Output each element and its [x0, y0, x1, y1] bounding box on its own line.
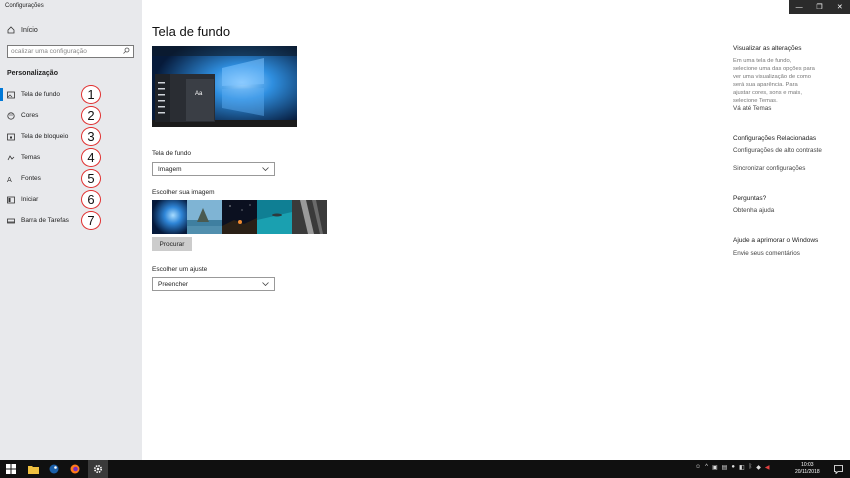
app-tray-icon[interactable]: ◆	[756, 464, 761, 471]
image-icon	[7, 91, 15, 99]
get-help-link[interactable]: Obtenha ajuda	[733, 207, 774, 214]
background-dropdown[interactable]: Imagem	[152, 162, 275, 176]
sync-settings-link[interactable]: Sincronizar configurações	[733, 165, 805, 172]
image-thumbnail[interactable]	[257, 200, 292, 234]
image-thumbnails	[152, 200, 327, 234]
fit-label: Escolher um ajuste	[152, 266, 208, 273]
network-icon[interactable]: ▣	[712, 464, 718, 471]
svg-text:A: A	[7, 176, 12, 183]
fit-dropdown-value: Preencher	[158, 280, 188, 288]
palette-icon	[7, 111, 15, 120]
step-badge: 2	[81, 106, 101, 125]
volume-icon[interactable]: ◀	[765, 464, 770, 471]
image-thumbnail[interactable]	[292, 200, 327, 234]
sidebar-item-label: Tela de bloqueio	[21, 133, 69, 140]
clock-time: 10:03	[801, 462, 814, 468]
sidebar-item-label: Barra de Tarefas	[21, 217, 69, 224]
sidebar-item-barra-de-tarefas[interactable]: Barra de Tarefas 7	[0, 210, 142, 231]
chevron-up-icon[interactable]: ^	[705, 464, 708, 471]
sidebar-item-fontes[interactable]: A Fontes 5	[0, 168, 142, 189]
browse-button[interactable]: Procurar	[152, 237, 192, 251]
windows-start-icon[interactable]	[5, 463, 17, 475]
sidebar-item-label: Cores	[21, 112, 39, 119]
app-tray-icon[interactable]: ●	[731, 464, 735, 471]
improve-windows-heading: Ajude a aprimorar o Windows	[733, 237, 819, 244]
search-input[interactable]: ocalizar uma configuração	[7, 45, 134, 58]
sidebar-item-label: Tela de fundo	[21, 91, 61, 98]
step-badge: 1	[81, 85, 101, 104]
image-thumbnail[interactable]	[152, 200, 187, 234]
clock[interactable]: 10:03 20/11/2018	[795, 462, 820, 476]
bluetooth-icon[interactable]: ᛒ	[749, 464, 753, 471]
home-label: Início	[21, 26, 38, 34]
background-label: Tela de fundo	[152, 150, 192, 157]
app-tray-icon[interactable]: ▤	[722, 464, 728, 471]
image-thumbnail[interactable]	[187, 200, 222, 234]
settings-window: Configurações Início ocalizar uma config…	[0, 0, 850, 460]
chevron-down-icon	[262, 281, 269, 288]
app-title: Configurações	[5, 3, 44, 9]
settings-gear-icon[interactable]	[92, 463, 104, 475]
section-title: Personalização	[7, 70, 58, 77]
step-badge: 7	[81, 211, 101, 230]
background-preview: Aa	[152, 46, 297, 127]
firefox-icon[interactable]	[69, 463, 81, 475]
questions-heading: Perguntas?	[733, 195, 767, 202]
start-icon	[7, 196, 15, 204]
main-content: Tela de fundo Aa Tela de fundo Imagem Es…	[142, 0, 850, 460]
background-dropdown-value: Imagem	[158, 165, 182, 173]
image-thumbnail[interactable]	[222, 200, 257, 234]
choose-image-label: Escolher sua imagem	[152, 189, 215, 196]
sidebar-item-tela-de-bloqueio[interactable]: Tela de bloqueio 3	[0, 126, 142, 147]
feedback-link[interactable]: Envie seus comentários	[733, 250, 800, 257]
file-explorer-icon[interactable]	[27, 463, 39, 475]
step-badge: 3	[81, 127, 101, 146]
sidebar: Configurações Início ocalizar uma config…	[0, 0, 142, 460]
fit-dropdown[interactable]: Preencher	[152, 277, 275, 291]
sidebar-item-temas[interactable]: Temas 4	[0, 147, 142, 168]
font-icon: A	[7, 175, 15, 183]
app-tray-icon[interactable]: ◧	[739, 464, 745, 471]
related-settings-heading: Configurações Relacionadas	[733, 135, 817, 142]
taskbar-icon	[7, 217, 15, 225]
home-nav-item[interactable]: Início	[7, 26, 38, 34]
system-tray: ☺ ^ ▣ ▤ ● ◧ ᛒ ◆ ◀	[695, 464, 769, 471]
steam-icon[interactable]	[48, 463, 60, 475]
sidebar-item-tela-de-fundo[interactable]: Tela de fundo 1	[0, 84, 142, 105]
sidebar-nav: Tela de fundo 1 Cores 2 Tela de bloqueio…	[0, 84, 142, 231]
taskbar: ☺ ^ ▣ ▤ ● ◧ ᛒ ◆ ◀ 10:03 20/11/2018	[0, 460, 850, 478]
people-icon[interactable]: ☺	[695, 464, 701, 471]
step-badge: 5	[81, 169, 101, 188]
themes-icon	[7, 154, 15, 162]
sidebar-item-label: Temas	[21, 154, 41, 161]
preview-changes-heading: Visualizar as alterações	[733, 45, 802, 52]
page-title: Tela de fundo	[152, 24, 231, 39]
high-contrast-link[interactable]: Configurações de alto contraste	[733, 147, 822, 154]
lock-screen-icon	[7, 133, 15, 141]
clock-date: 20/11/2018	[795, 469, 820, 475]
sidebar-item-iniciar[interactable]: Iniciar 6	[0, 189, 142, 210]
preview-sample-text: Aa	[195, 91, 203, 97]
notification-icon[interactable]	[832, 463, 844, 475]
sidebar-item-label: Iniciar	[21, 196, 39, 203]
search-icon	[123, 47, 130, 56]
sidebar-item-cores[interactable]: Cores 2	[0, 105, 142, 126]
step-badge: 4	[81, 148, 101, 167]
chevron-down-icon	[262, 166, 269, 173]
preview-changes-text: Em uma tela de fundo, selecione uma das …	[733, 58, 815, 104]
sidebar-item-label: Fontes	[21, 175, 41, 182]
themes-link[interactable]: Vá até Temas	[733, 105, 771, 112]
step-badge: 6	[81, 190, 101, 209]
search-placeholder: ocalizar uma configuração	[11, 48, 87, 55]
home-icon	[7, 26, 15, 34]
